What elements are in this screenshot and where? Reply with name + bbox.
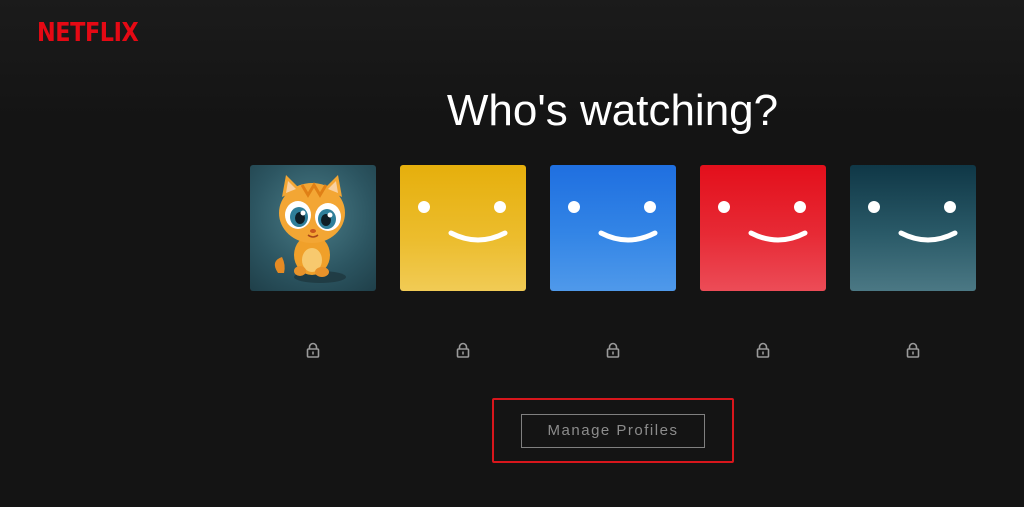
smiley-blue-avatar[interactable] [550, 165, 676, 291]
profile-item-2[interactable] [400, 165, 526, 359]
profile-gate-page: NETFLIX Who's watching? Manage Profiles [0, 0, 1024, 507]
smile-icon [598, 230, 658, 243]
left-eye [418, 201, 430, 213]
profile-item-3[interactable] [550, 165, 676, 359]
left-eye [568, 201, 580, 213]
profile-item-4[interactable] [700, 165, 826, 359]
smiley-yellow-avatar[interactable] [400, 165, 526, 291]
left-eye [718, 201, 730, 213]
profile-item-5[interactable] [850, 165, 976, 359]
netflix-logo[interactable]: NETFLIX [37, 18, 139, 48]
right-eye [494, 201, 506, 213]
profile-name [700, 301, 826, 315]
manage-profiles-button[interactable]: Manage Profiles [521, 414, 705, 448]
lock-icon [606, 342, 620, 358]
smiley-teal-avatar[interactable] [850, 165, 976, 291]
lock-icon [756, 342, 770, 358]
profile-name [400, 301, 526, 315]
lock-icon [306, 342, 320, 358]
profile-item-1[interactable] [250, 165, 376, 359]
profile-list [250, 165, 976, 365]
right-eye [644, 201, 656, 213]
right-eye [944, 201, 956, 213]
page-title: Who's watching? [446, 86, 779, 135]
kitten-image-icon [274, 175, 346, 283]
profile-name [550, 301, 676, 315]
cartoon-kitten-avatar[interactable] [250, 165, 376, 291]
smile-icon [748, 230, 808, 243]
smile-icon [448, 230, 508, 243]
right-eye [794, 201, 806, 213]
profile-name [250, 301, 376, 315]
left-eye [868, 201, 880, 213]
lock-icon [456, 342, 470, 358]
smiley-red-avatar[interactable] [700, 165, 826, 291]
profile-name [850, 301, 976, 315]
lock-icon [906, 342, 920, 358]
smile-icon [898, 230, 958, 243]
